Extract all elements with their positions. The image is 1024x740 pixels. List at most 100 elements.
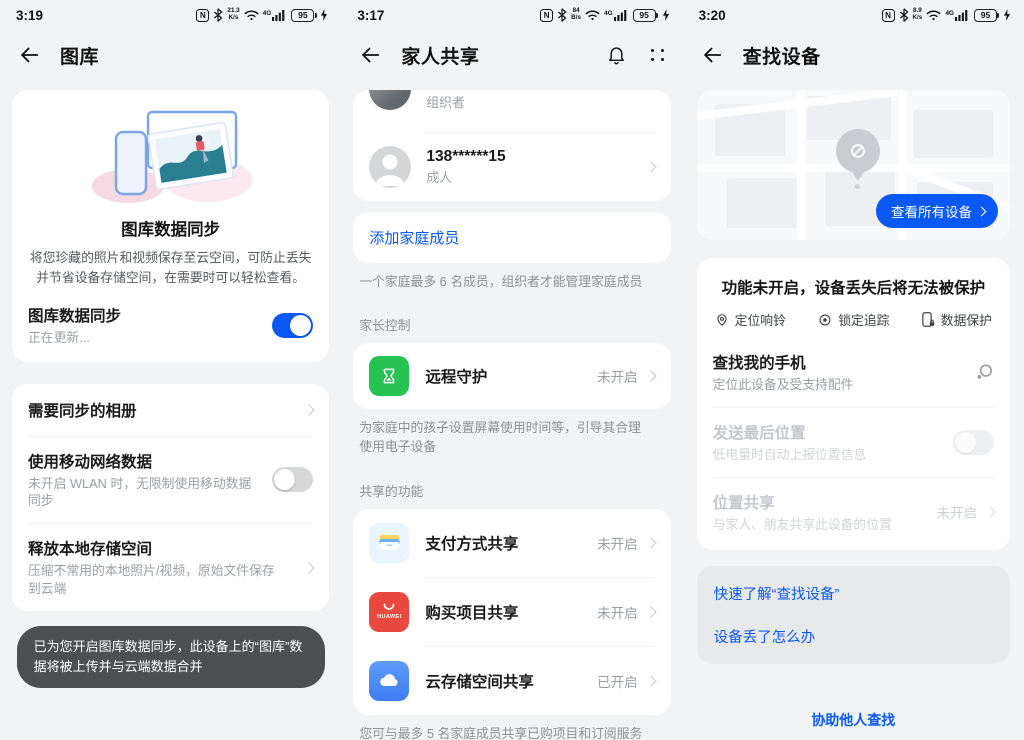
device-location-pin: [835, 129, 881, 189]
protection-features: 定位响铃 锁定追踪 数据保护: [697, 310, 1010, 339]
add-member-link[interactable]: 添加家庭成员: [369, 227, 459, 248]
gallery-sync-toggle[interactable]: [272, 313, 313, 338]
cloud-storage-sharing-status: 已开启: [597, 671, 638, 691]
chevron-right-icon: [304, 404, 315, 415]
location-sharing-row[interactable]: 位置共享 与家人、朋友共享此设备的位置 未开启: [697, 478, 1010, 550]
free-space-label: 释放本地存储空间: [28, 537, 298, 559]
free-space-row[interactable]: 释放本地存储空间 压缩不常用的本地照片/视频，原始文件保存到云端: [12, 524, 329, 611]
battery-icon: 95: [974, 9, 997, 22]
status-icons: 21.3K/s 4G 95: [196, 8, 327, 22]
learn-find-device-link[interactable]: 快速了解“查找设备”: [697, 572, 1010, 615]
gallery-sync-card: 图库数据同步 将您珍藏的照片和视频保存至云空间，可防止丢失并节省设备存储空间，在…: [12, 90, 329, 362]
searching-spinner-icon: [975, 363, 994, 382]
mobile-data-sub: 未开启 WLAN 时，无限制使用移动数据同步: [28, 475, 260, 511]
status-bar: 3:19 21.3K/s 4G 95: [0, 0, 341, 30]
mobile-data-toggle[interactable]: [272, 467, 313, 492]
chevron-right-icon: [645, 675, 656, 686]
notifications-bell-icon[interactable]: [606, 45, 627, 66]
hourglass-icon: [369, 356, 409, 396]
nfc-icon: [540, 9, 553, 22]
payment-sharing-row[interactable]: 支付方式共享 未开启: [353, 509, 670, 577]
cloud-storage-sharing-row[interactable]: 云存储空间共享 已开启: [353, 647, 670, 715]
view-all-devices-button[interactable]: 查看所有设备: [876, 194, 998, 228]
member-role: 成人: [426, 169, 639, 187]
assist-others-section: 协助他人查找 打开 cloud.huawei.com 以便他人登录帐号并查找设备: [683, 710, 1024, 740]
send-last-location-toggle[interactable]: [953, 430, 994, 455]
app-header: 图库: [0, 30, 341, 80]
shared-features-section-label: 共享的功能: [341, 457, 682, 509]
chevron-right-icon: [304, 562, 315, 573]
chevron-right-icon: [645, 606, 656, 617]
wifi-icon: [585, 9, 600, 21]
bluetooth-icon: [213, 8, 223, 22]
sync-card-title: 图库数据同步: [12, 216, 329, 240]
page-title: 家人共享: [401, 42, 479, 69]
back-arrow-icon: [18, 44, 40, 66]
remote-guard-row[interactable]: 远程守护 未开启: [353, 343, 670, 409]
location-pin-icon: [715, 313, 729, 327]
page-title: 查找设备: [743, 42, 821, 69]
device-lost-help-link[interactable]: 设备丢了怎么办: [697, 615, 1010, 658]
payment-sharing-label: 支付方式共享: [425, 532, 597, 554]
parental-hint: 为家庭中的孩子设置屏幕使用时间等，引导其合理使用电子设备: [341, 409, 671, 456]
back-arrow-icon: [701, 44, 723, 66]
organizer-member-row-partial[interactable]: 组织者: [353, 90, 670, 132]
family-members-card: 组织者 138******15 成人: [353, 90, 670, 201]
status-bar: 3:17 84B/s 4G 95: [341, 0, 682, 30]
back-button[interactable]: [701, 44, 723, 66]
status-icons: 8.9K/s 4G 95: [882, 8, 1010, 22]
purchases-sharing-row[interactable]: HUAWEI 购买项目共享 未开启: [353, 578, 670, 646]
free-space-sub: 压缩不常用的本地照片/视频，原始文件保存到云端: [28, 562, 276, 598]
organizer-role-label: 组织者: [426, 94, 654, 112]
remote-guard-label: 远程守护: [425, 365, 597, 387]
shared-features-card: 支付方式共享 未开启 HUAWEI 购买项目共享 未开启 云存储空间共享: [353, 509, 670, 715]
purchases-sharing-label: 购买项目共享: [425, 601, 597, 623]
wifi-icon: [926, 9, 941, 21]
send-last-location-label: 发送最后位置: [713, 421, 941, 443]
status-time: 3:20: [699, 8, 726, 23]
charging-icon: [663, 9, 669, 21]
chevron-right-icon: [977, 206, 987, 216]
chevron-right-icon: [984, 507, 995, 518]
gallery-options-card: 需要同步的相册 使用移动网络数据 未开启 WLAN 时，无限制使用移动数据同步 …: [12, 384, 329, 612]
network-speed-indicator: 8.9K/s: [913, 8, 923, 22]
nfc-icon: [196, 9, 209, 22]
appgallery-wordmark: HUAWEI: [377, 614, 401, 620]
signal-icon: 4G: [604, 10, 627, 21]
signal-icon: 4G: [945, 10, 968, 21]
help-links-card: 快速了解“查找设备” 设备丢了怎么办: [697, 566, 1010, 664]
network-speed-indicator: 21.3K/s: [227, 8, 239, 22]
feature-locate-ring: 定位响铃: [715, 310, 786, 329]
parental-control-section-label: 家长控制: [341, 291, 682, 343]
more-options-icon[interactable]: [651, 49, 665, 62]
mobile-data-row: 使用移动网络数据 未开启 WLAN 时，无限制使用移动数据同步: [12, 437, 329, 524]
battery-icon: 95: [633, 9, 656, 22]
app-header: 查找设备: [683, 30, 1024, 80]
albums-to-sync-row[interactable]: 需要同步的相册: [12, 384, 329, 436]
back-button[interactable]: [18, 44, 40, 66]
network-speed-indicator: 84B/s: [571, 8, 581, 22]
assist-others-link[interactable]: 协助他人查找: [683, 710, 1024, 730]
purchases-sharing-status: 未开启: [597, 602, 638, 622]
gallery-sync-illustration: [12, 90, 329, 206]
feature-lock-track: 锁定追踪: [818, 310, 889, 329]
back-button[interactable]: [359, 44, 381, 66]
status-time: 3:17: [357, 8, 384, 23]
device-map-card: 查看所有设备: [697, 90, 1010, 240]
bluetooth-icon: [899, 8, 909, 22]
chevron-right-icon: [645, 371, 656, 382]
location-sharing-label: 位置共享: [713, 491, 937, 513]
wallet-icon: [369, 523, 409, 563]
find-my-phone-row[interactable]: 查找我的手机 定位此设备及受支持配件: [697, 339, 1010, 407]
bluetooth-icon: [557, 8, 567, 22]
chevron-right-icon: [645, 161, 656, 172]
organizer-avatar: [369, 90, 411, 110]
wifi-icon: [244, 9, 259, 21]
back-arrow-icon: [359, 44, 381, 66]
sync-card-description: 将您珍藏的照片和视频保存至云空间，可防止丢失并节省设备存储空间，在需要时可以轻松…: [12, 240, 329, 294]
member-row[interactable]: 138******15 成人: [353, 133, 670, 201]
triple-screenshot-canvas: 3:19 21.3K/s 4G 95 图库: [0, 0, 1024, 740]
add-member-card[interactable]: 添加家庭成员: [353, 212, 670, 263]
screen-find-device: 3:20 8.9K/s 4G 95 查找设备: [683, 0, 1024, 740]
charging-icon: [321, 9, 327, 21]
